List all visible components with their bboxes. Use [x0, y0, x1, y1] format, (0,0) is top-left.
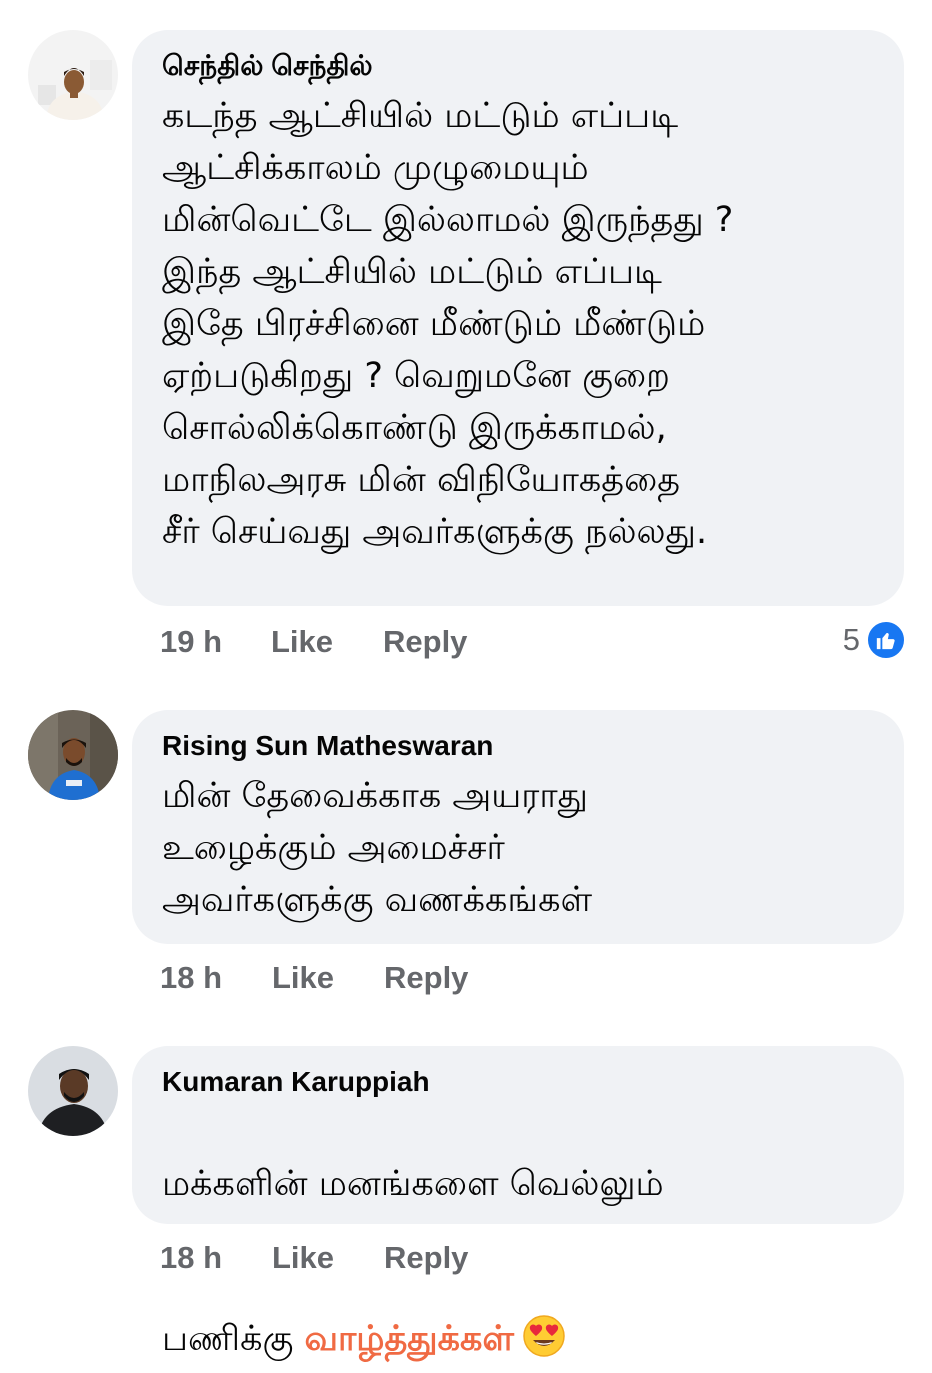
comment-3: Kumaran Karuppiah மக்களின் மனங்களை வெல்ல…	[0, 0, 932, 1359]
timestamp[interactable]: 18 h	[160, 1240, 222, 1276]
person-avatar-icon	[28, 1046, 118, 1136]
comment-text-line: மக்களின் மனங்களை வெல்லும்	[162, 1164, 664, 1204]
reply-button[interactable]: Reply	[384, 1240, 468, 1276]
avatar-kumaran[interactable]	[28, 1046, 118, 1136]
author-name[interactable]: Kumaran Karuppiah	[162, 1064, 874, 1100]
comment-text: மக்களின் மனங்களை வெல்லும் பணிக்கு வாழ்த்…	[162, 1106, 874, 1365]
highlighted-word: வாழ்த்துக்கள்	[304, 1319, 514, 1359]
comment-actions: 18 h Like Reply	[160, 1240, 580, 1280]
like-button[interactable]: Like	[272, 1240, 334, 1276]
comment-text-line: பணிக்கு	[162, 1319, 305, 1359]
comment-bubble: Kumaran Karuppiah மக்களின் மனங்களை வெல்ல…	[132, 1046, 904, 1359]
